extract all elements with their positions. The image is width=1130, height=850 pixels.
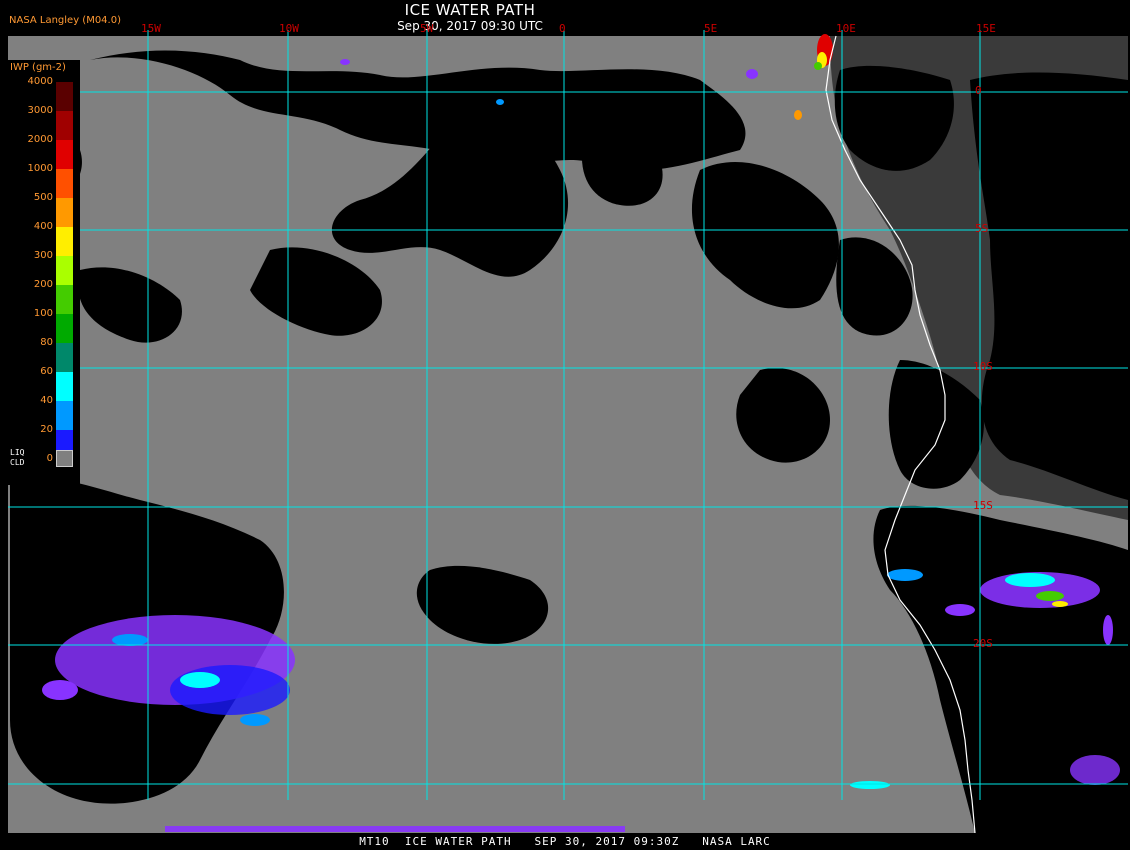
legend-tick-label: 3000 [27, 105, 53, 116]
legend-tick-label: 60 [40, 366, 53, 377]
ice-water-path-map [0, 0, 1130, 850]
legend-tick-label: 40 [40, 395, 53, 406]
legend-color-swatch [56, 82, 73, 111]
legend-color-swatch [56, 111, 73, 140]
lat-label-20s: 20S [973, 637, 993, 650]
legend-tick-label: 500 [33, 192, 53, 203]
legend-tick-label: 1000 [27, 163, 53, 174]
legend-color-swatch [56, 169, 73, 198]
legend-color-swatch [56, 401, 73, 430]
lon-label-10w: 10W [279, 22, 299, 35]
legend-tick-label: 4000 [27, 76, 53, 87]
lon-label-15e: 15E [976, 22, 996, 35]
liq-cld-label: LIQ CLD [10, 448, 24, 468]
legend-color-swatch [56, 372, 73, 401]
legend-tick-label: 100 [33, 308, 53, 319]
lon-label-5w: 5W [420, 22, 434, 35]
lon-label-15w: 15W [141, 22, 161, 35]
lon-label-10e: 10E [836, 22, 856, 35]
legend-title: IWP (gm-2) [10, 62, 66, 73]
legend-tick-label: 80 [40, 337, 53, 348]
lat-label-10s: 10S [973, 360, 993, 373]
footer-caption: MT10 ICE WATER PATH SEP 30, 2017 09:30Z … [0, 835, 1130, 850]
legend-color-swatch [56, 314, 73, 343]
color-legend: IWP (gm-2) 4000 3000 2000 1000 500 400 300 200 1… [7, 60, 80, 485]
producer-label: NASA Langley (M04.0) [9, 15, 121, 26]
legend-tick-label: 300 [33, 250, 53, 261]
liq-label: LIQ [10, 448, 25, 457]
legend-color-swatch [56, 198, 73, 227]
legend-color-swatch [56, 285, 73, 314]
liq-cld-swatch [56, 450, 73, 467]
cld-label: CLD [10, 458, 25, 467]
legend-color-swatch [56, 343, 73, 372]
lon-label-0: 0 [559, 22, 566, 35]
lat-label-5s: 5S [975, 222, 989, 235]
legend-tick-label: 20 [40, 424, 53, 435]
lon-label-5e: 5E [704, 22, 718, 35]
legend-color-swatch [56, 256, 73, 285]
legend-color-swatch [56, 227, 73, 256]
lat-label-15s: 15S [973, 499, 993, 512]
legend-tick-label: 400 [33, 221, 53, 232]
legend-color-swatch [56, 140, 73, 169]
legend-tick-label: 200 [33, 279, 53, 290]
lat-label-0: 0 [975, 84, 982, 97]
map-title: ICE WATER PATH [404, 1, 536, 19]
legend-tick-label: 2000 [27, 134, 53, 145]
